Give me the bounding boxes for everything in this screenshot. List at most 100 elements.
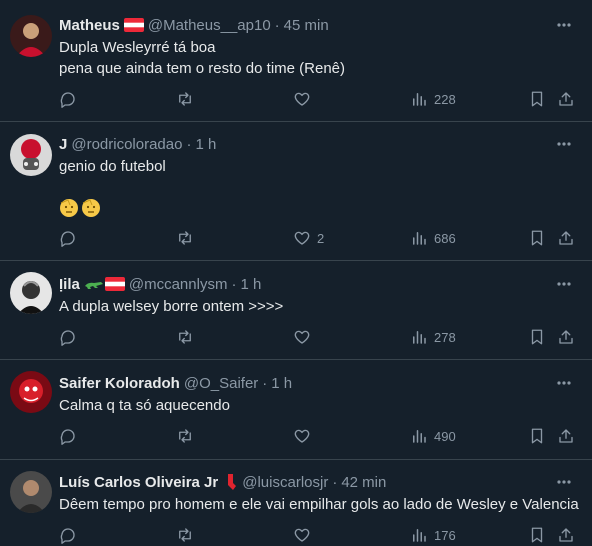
retweet-icon: [179, 231, 191, 245]
views-icon: [413, 430, 426, 443]
like-button[interactable]: [293, 427, 311, 445]
bookmark-icon: [531, 91, 543, 107]
tweet-actions: 278: [0, 328, 592, 348]
avatar[interactable]: [10, 134, 52, 176]
reply-button[interactable]: [59, 229, 77, 247]
tweet-header: J @rodricoloradao · 1 h: [59, 134, 216, 154]
crocodile-icon: [84, 277, 104, 291]
user-handle[interactable]: @Matheus__ap10: [148, 17, 271, 34]
avatar[interactable]: [10, 371, 52, 413]
separator-dot: ·: [231, 275, 237, 293]
tweet-text-line: Calma q ta só aquecendo: [59, 397, 230, 414]
like-button[interactable]: [293, 90, 311, 108]
ellipsis-icon[interactable]: [554, 15, 574, 35]
tweet-actions: 490: [0, 427, 592, 447]
tweet-time[interactable]: 1 h: [195, 136, 216, 153]
separator-dot: ·: [186, 135, 192, 153]
retweet-button[interactable]: [176, 90, 194, 108]
bookmark-button[interactable]: [528, 90, 546, 108]
bookmark-icon: [531, 527, 543, 543]
share-button[interactable]: [557, 427, 575, 445]
share-button[interactable]: [557, 90, 575, 108]
views-icon: [413, 331, 426, 344]
heart-icon: [294, 330, 310, 344]
user-name[interactable]: Matheus: [59, 17, 120, 34]
flag-austria-icon: [104, 277, 125, 291]
tweet-actions: 2 686: [0, 229, 592, 249]
tweet[interactable]: J @rodricoloradao · 1 h genio do futebol…: [0, 122, 592, 261]
retweet-button[interactable]: [176, 427, 194, 445]
user-name[interactable]: Saifer Koloradoh: [59, 375, 180, 392]
separator-dot: ·: [332, 473, 338, 491]
reply-button[interactable]: [59, 427, 77, 445]
share-icon: [559, 92, 573, 106]
retweet-button[interactable]: [176, 229, 194, 247]
tweet[interactable]: Saifer Koloradoh @O_Saifer · 1 h Calma q…: [0, 360, 592, 460]
bookmark-icon: [531, 428, 543, 444]
like-button[interactable]: 2: [293, 229, 324, 247]
user-handle[interactable]: @rodricoloradao: [71, 136, 182, 153]
flag-austria-icon: [123, 18, 144, 32]
ellipsis-icon[interactable]: [554, 373, 574, 393]
bookmark-icon: [531, 329, 543, 345]
reply-icon: [60, 330, 75, 346]
views-button[interactable]: 490: [410, 427, 456, 445]
user-handle[interactable]: @O_Saifer: [184, 375, 258, 392]
avatar[interactable]: [10, 15, 52, 57]
tweet-header: Matheus @Matheus__ap10 · 45 min: [59, 15, 329, 35]
share-button[interactable]: [557, 229, 575, 247]
tweet-text-line: Dupla Wesleyrré tá boa: [59, 39, 216, 56]
bookmark-icon: [531, 230, 543, 246]
views-button[interactable]: 176: [410, 526, 456, 544]
user-name[interactable]: J: [59, 136, 67, 153]
views-count: 490: [434, 428, 456, 444]
tweet-time[interactable]: 1 h: [271, 375, 292, 392]
bookmark-button[interactable]: [528, 427, 546, 445]
tweet-text-line: genio do futebol: [59, 158, 166, 175]
views-button[interactable]: 278: [410, 328, 456, 346]
avatar[interactable]: [10, 471, 52, 513]
heart-icon: [294, 92, 310, 106]
ellipsis-icon[interactable]: [554, 274, 574, 294]
user-handle[interactable]: @luiscarlosjr: [242, 474, 328, 491]
tweet[interactable]: Ịila @mccannlysm · 1 h A dupla welsey bo…: [0, 261, 592, 360]
views-count: 686: [434, 230, 456, 246]
share-button[interactable]: [557, 526, 575, 544]
separator-dot: ·: [262, 374, 268, 392]
share-button[interactable]: [557, 328, 575, 346]
retweet-icon: [179, 528, 191, 542]
heart-icon: [294, 231, 310, 245]
tweet-text-line: A dupla welsey borre ontem >>>>: [59, 298, 284, 315]
reply-button[interactable]: [59, 90, 77, 108]
views-button[interactable]: 686: [410, 229, 456, 247]
bookmark-button[interactable]: [528, 526, 546, 544]
retweet-icon: [179, 330, 191, 344]
reply-button[interactable]: [59, 526, 77, 544]
ellipsis-icon[interactable]: [554, 134, 574, 154]
tweet-time[interactable]: 45 min: [284, 17, 329, 34]
ellipsis-icon[interactable]: [554, 472, 574, 492]
user-name[interactable]: Luís Carlos Oliveira Jr: [59, 474, 218, 491]
retweet-button[interactable]: [176, 526, 194, 544]
tweet[interactable]: Matheus @Matheus__ap10 · 45 min Dupla We…: [0, 0, 592, 122]
red-sock-icon: [222, 473, 238, 491]
user-handle[interactable]: @mccannlysm: [129, 276, 228, 293]
bookmark-button[interactable]: [528, 328, 546, 346]
tweet[interactable]: Luís Carlos Oliveira Jr @luiscarlosjr · …: [0, 460, 592, 546]
tweet-time[interactable]: 1 h: [240, 276, 261, 293]
user-name[interactable]: Ịila: [59, 276, 80, 293]
reply-button[interactable]: [59, 328, 77, 346]
reply-icon: [60, 92, 75, 108]
like-button[interactable]: [293, 328, 311, 346]
retweet-icon: [179, 429, 191, 443]
retweet-icon: [179, 92, 191, 106]
avatar[interactable]: [10, 272, 52, 314]
tweet-time[interactable]: 42 min: [341, 474, 386, 491]
bookmark-button[interactable]: [528, 229, 546, 247]
retweet-button[interactable]: [176, 328, 194, 346]
likes-count: 2: [317, 230, 325, 246]
views-button[interactable]: 228: [410, 90, 456, 108]
like-button[interactable]: [293, 526, 311, 544]
views-icon: [413, 232, 426, 245]
share-icon: [559, 231, 573, 245]
